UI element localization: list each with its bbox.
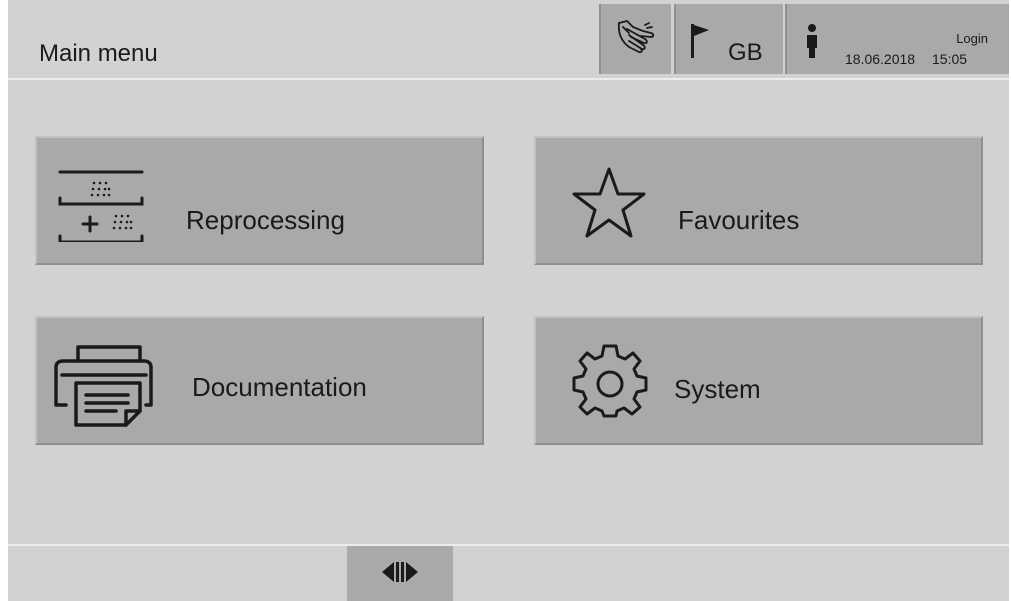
login-button[interactable]: Login 18.06.2018 15:05 — [785, 4, 1009, 74]
page-title: Main menu — [39, 40, 158, 67]
date-display: 18.06.2018 — [845, 51, 916, 67]
gear-icon — [572, 344, 648, 425]
footer-bar — [8, 544, 1009, 601]
reprocessing-tile[interactable]: Reprocessing — [35, 136, 484, 265]
header-bar: Main menu GB Login 18.06.2018 15:05 — [8, 0, 1009, 80]
hand-disinfection-icon — [615, 19, 657, 60]
reprocessing-icon — [54, 168, 148, 247]
printer-icon — [52, 343, 158, 432]
language-code: GB — [728, 39, 763, 66]
login-label: Login — [956, 31, 988, 46]
system-tile[interactable]: System — [534, 316, 983, 445]
favourites-label: Favourites — [678, 205, 800, 235]
documentation-tile[interactable]: Documentation — [35, 316, 484, 445]
time-display: 15:05 — [932, 51, 968, 67]
reprocessing-label: Reprocessing — [186, 205, 345, 235]
language-button[interactable]: GB — [674, 4, 783, 74]
star-icon — [571, 165, 647, 246]
documentation-label: Documentation — [192, 372, 367, 402]
flag-icon — [690, 24, 710, 63]
person-icon — [805, 24, 819, 63]
favourites-tile[interactable]: Favourites — [534, 136, 983, 265]
system-label: System — [674, 374, 761, 404]
hand-disinfection-button[interactable] — [599, 4, 671, 74]
main-menu-screen: Main menu GB Login 18.06.2018 15:05 Repr… — [8, 0, 1009, 601]
split-arrows-icon — [382, 562, 418, 587]
split-view-button[interactable] — [347, 546, 453, 601]
